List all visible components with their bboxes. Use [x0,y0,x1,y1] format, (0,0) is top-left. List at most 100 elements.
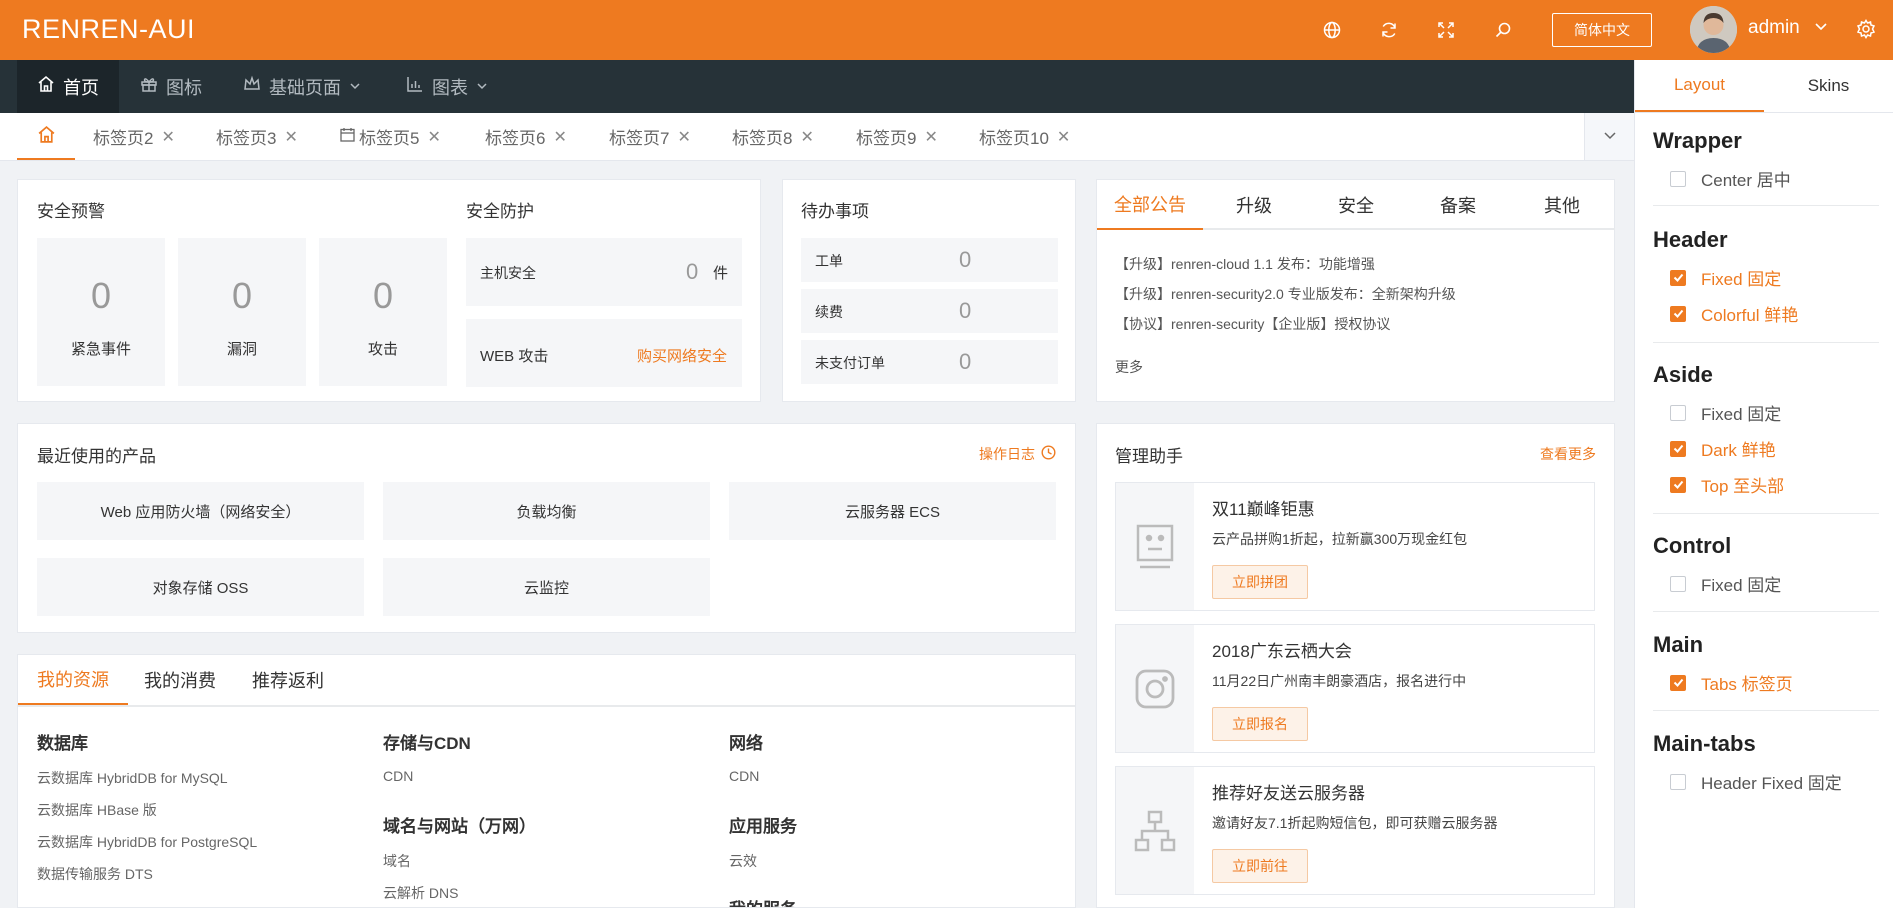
globe-icon[interactable] [1322,20,1342,40]
todo-label: 工单 [815,253,843,269]
promo-button[interactable]: 立即前往 [1212,849,1308,883]
tab-all-notices[interactable]: 全部公告 [1097,180,1203,230]
buy-security-link[interactable]: 购买网络安全 [637,345,727,366]
tab-label: 标签页10 [979,129,1049,148]
close-icon[interactable]: ✕ [553,127,566,147]
close-icon[interactable]: ✕ [427,127,440,147]
option-aside-fixed[interactable]: Fixed 固定 [1670,400,1781,425]
language-button[interactable]: 简体中文 [1552,13,1652,47]
tab-home[interactable] [17,113,75,160]
tab-page-2[interactable]: 标签页2 ✕ [93,113,175,160]
product-item[interactable]: Web 应用防火墙（网络安全） [37,482,364,540]
tab-page-8[interactable]: 标签页8 ✕ [732,113,814,160]
chevron-down-icon[interactable] [1814,19,1828,36]
tab-skins[interactable]: Skins [1764,60,1893,112]
tab-my-spending[interactable]: 我的消费 [144,655,216,705]
helper-more-link[interactable]: 查看更多 [1540,444,1596,464]
tab-my-resources[interactable]: 我的资源 [18,655,128,705]
notice-item[interactable]: 【升级】renren-security2.0 专业版发布：全新架构升级 [1115,284,1456,304]
tab-page-9[interactable]: 标签页9 ✕ [856,113,938,160]
todo-row[interactable]: 未支付订单 0 [801,340,1058,384]
checkbox[interactable] [1670,773,1686,790]
promo-button[interactable]: 立即报名 [1212,707,1308,741]
crown-icon [243,75,261,98]
todo-card: 待办事项 工单 0 续费 0 未支付订单 0 [782,179,1076,402]
avatar[interactable] [1690,6,1737,53]
resource-link[interactable]: 云效 [729,851,757,871]
helper-title: 管理助手 [1115,447,1183,466]
host-security-row[interactable]: 主机安全 0 件 [466,238,742,306]
tab-label: 标签页8 [732,129,793,148]
checkbox-checked[interactable] [1670,269,1686,286]
resource-link[interactable]: 云数据库 HybridDB for PostgreSQL [37,832,257,852]
refresh-icon[interactable] [1379,20,1399,40]
nav-item-charts[interactable]: 图表 [406,60,488,113]
todo-row[interactable]: 续费 0 [801,289,1058,333]
todo-row[interactable]: 工单 0 [801,238,1058,282]
search-icon[interactable] [1493,20,1513,40]
resource-link[interactable]: 云数据库 HBase 版 [37,800,157,820]
checkbox-checked[interactable] [1670,440,1686,457]
resource-link[interactable]: 域名 [383,851,411,871]
checkbox[interactable] [1670,575,1686,592]
product-item[interactable]: 云监控 [383,558,710,616]
checkbox-checked[interactable] [1670,305,1686,322]
resource-link[interactable]: 数据传输服务 DTS [37,864,153,884]
product-item[interactable]: 对象存储 OSS [37,558,364,616]
notice-item[interactable]: 【协议】renren-security【企业版】授权协议 [1115,314,1390,334]
nav-item-basic-pages[interactable]: 基础页面 [243,60,361,113]
promo-button[interactable]: 立即拼团 [1212,565,1308,599]
product-item[interactable]: 负载均衡 [383,482,710,540]
resource-link[interactable]: CDN [383,768,413,784]
option-main-tabs-header-fixed[interactable]: Header Fixed 固定 [1670,769,1842,794]
alert-box-attack[interactable]: 0 攻击 [319,238,447,386]
tab-other[interactable]: 其他 [1509,180,1615,230]
operation-log-link[interactable]: 操作日志 [979,444,1056,464]
resource-heading: 网络 [729,734,763,753]
nav-item-icons[interactable]: 图标 [140,60,202,113]
resource-link[interactable]: 云数据库 HybridDB for MySQL [37,768,228,788]
close-icon[interactable]: ✕ [677,127,690,147]
username[interactable]: admin [1748,17,1800,39]
checkbox[interactable] [1670,170,1686,187]
tab-page-5[interactable]: 标签页5 ✕ [340,113,441,160]
option-label: Top 至头部 [1701,477,1785,496]
alert-box-vulnerability[interactable]: 0 漏洞 [178,238,306,386]
checkbox-checked[interactable] [1670,674,1686,691]
option-aside-top[interactable]: Top 至头部 [1670,472,1784,497]
tab-security[interactable]: 安全 [1305,180,1407,230]
tab-page-6[interactable]: 标签页6 ✕ [485,113,567,160]
settings-icon[interactable] [1856,19,1876,42]
option-header-fixed[interactable]: Fixed 固定 [1670,265,1781,290]
resource-link[interactable]: CDN [729,768,759,784]
close-icon[interactable]: ✕ [1057,127,1070,147]
option-aside-dark[interactable]: Dark 鲜艳 [1670,436,1776,461]
tab-upgrade[interactable]: 升级 [1203,180,1305,230]
option-header-colorful[interactable]: Colorful 鲜艳 [1670,301,1798,326]
option-control-fixed[interactable]: Fixed 固定 [1670,571,1781,596]
close-icon[interactable]: ✕ [924,127,937,147]
tab-filing[interactable]: 备案 [1407,180,1509,230]
close-icon[interactable]: ✕ [800,127,813,147]
notice-item[interactable]: 【升级】renren-cloud 1.1 发布：功能增强 [1115,254,1375,274]
notices-more-link[interactable]: 更多 [1115,357,1143,377]
tab-layout[interactable]: Layout [1635,60,1764,112]
tabs-more-button[interactable] [1584,113,1634,160]
close-icon[interactable]: ✕ [284,127,297,147]
nav-item-home[interactable]: 首页 [17,60,119,113]
checkbox-checked[interactable] [1670,476,1686,493]
tab-page-3[interactable]: 标签页3 ✕ [216,113,298,160]
checkbox[interactable] [1670,404,1686,421]
product-item[interactable]: 云服务器 ECS [729,482,1056,540]
tab-referral[interactable]: 推荐返利 [252,655,324,705]
tab-page-10[interactable]: 标签页10 ✕ [979,113,1070,160]
divider [1653,205,1879,206]
alert-box-emergency[interactable]: 0 紧急事件 [37,238,165,386]
option-wrapper-center[interactable]: Center 居中 [1670,166,1791,191]
option-main-tabs[interactable]: Tabs 标签页 [1670,670,1793,695]
close-icon[interactable]: ✕ [161,127,174,147]
brand-logo[interactable]: RENREN-AUI [22,14,195,45]
resource-link[interactable]: 云解析 DNS [383,883,458,903]
tab-page-7[interactable]: 标签页7 ✕ [609,113,691,160]
fullscreen-icon[interactable] [1436,20,1456,40]
